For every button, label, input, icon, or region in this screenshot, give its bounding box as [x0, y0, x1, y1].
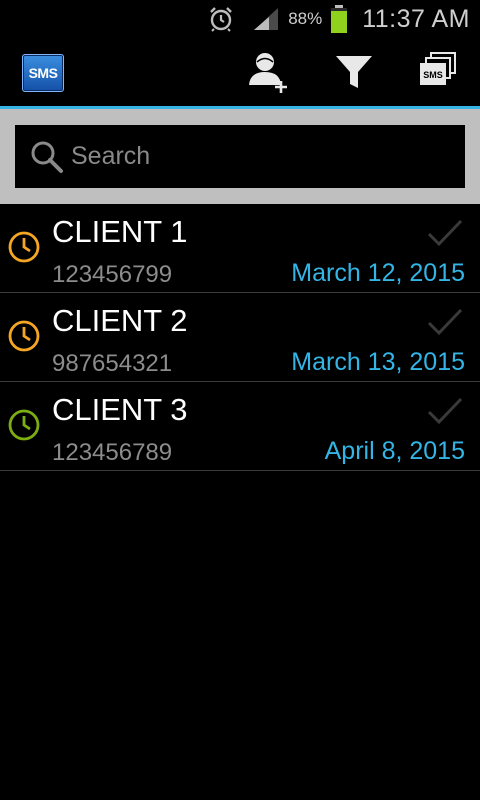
list-item[interactable]: CLIENT 1 123456799 March 12, 2015 [0, 204, 480, 293]
clock-icon [8, 231, 40, 263]
alarm-icon [210, 7, 233, 32]
client-name: CLIENT 2 [52, 303, 188, 338]
action-bar: SMS SMS [0, 38, 480, 109]
list-item[interactable]: CLIENT 3 123456789 April 8, 2015 [0, 382, 480, 471]
list-item[interactable]: CLIENT 2 987654321 March 13, 2015 [0, 293, 480, 382]
client-date: April 8, 2015 [324, 437, 465, 465]
check-icon[interactable] [426, 218, 464, 248]
clock-icon [8, 320, 40, 352]
check-icon[interactable] [426, 307, 464, 337]
add-contact-button[interactable] [245, 48, 293, 96]
filter-button[interactable] [330, 48, 378, 96]
add-contact-icon [249, 53, 287, 93]
client-name: CLIENT 3 [52, 392, 188, 427]
client-date: March 13, 2015 [291, 348, 465, 376]
search-box[interactable] [15, 125, 465, 188]
battery-percent: 88% [288, 9, 323, 28]
battery-icon [331, 5, 348, 33]
search-container [0, 109, 480, 204]
filter-icon [336, 56, 372, 88]
client-name: CLIENT 1 [52, 214, 188, 249]
client-list: CLIENT 1 123456799 March 12, 2015 CLIENT… [0, 204, 480, 471]
check-icon[interactable] [426, 396, 464, 426]
svg-text:SMS: SMS [423, 70, 443, 80]
sms-messages-button[interactable]: SMS [414, 48, 462, 96]
status-time: 11:37 AM [362, 4, 470, 33]
signal-icon [254, 8, 279, 30]
search-input[interactable] [71, 142, 431, 171]
app-logo-text: SMS [28, 65, 58, 81]
client-phone: 987654321 [52, 350, 173, 377]
status-bar: 88% 11:37 AM [0, 0, 480, 38]
client-phone: 123456799 [52, 261, 173, 288]
app-logo[interactable]: SMS [22, 54, 64, 92]
clock-icon [8, 409, 40, 441]
sms-messages-icon: SMS [420, 52, 456, 85]
search-icon [31, 141, 63, 173]
client-date: March 12, 2015 [291, 259, 465, 287]
client-phone: 123456789 [52, 439, 173, 466]
